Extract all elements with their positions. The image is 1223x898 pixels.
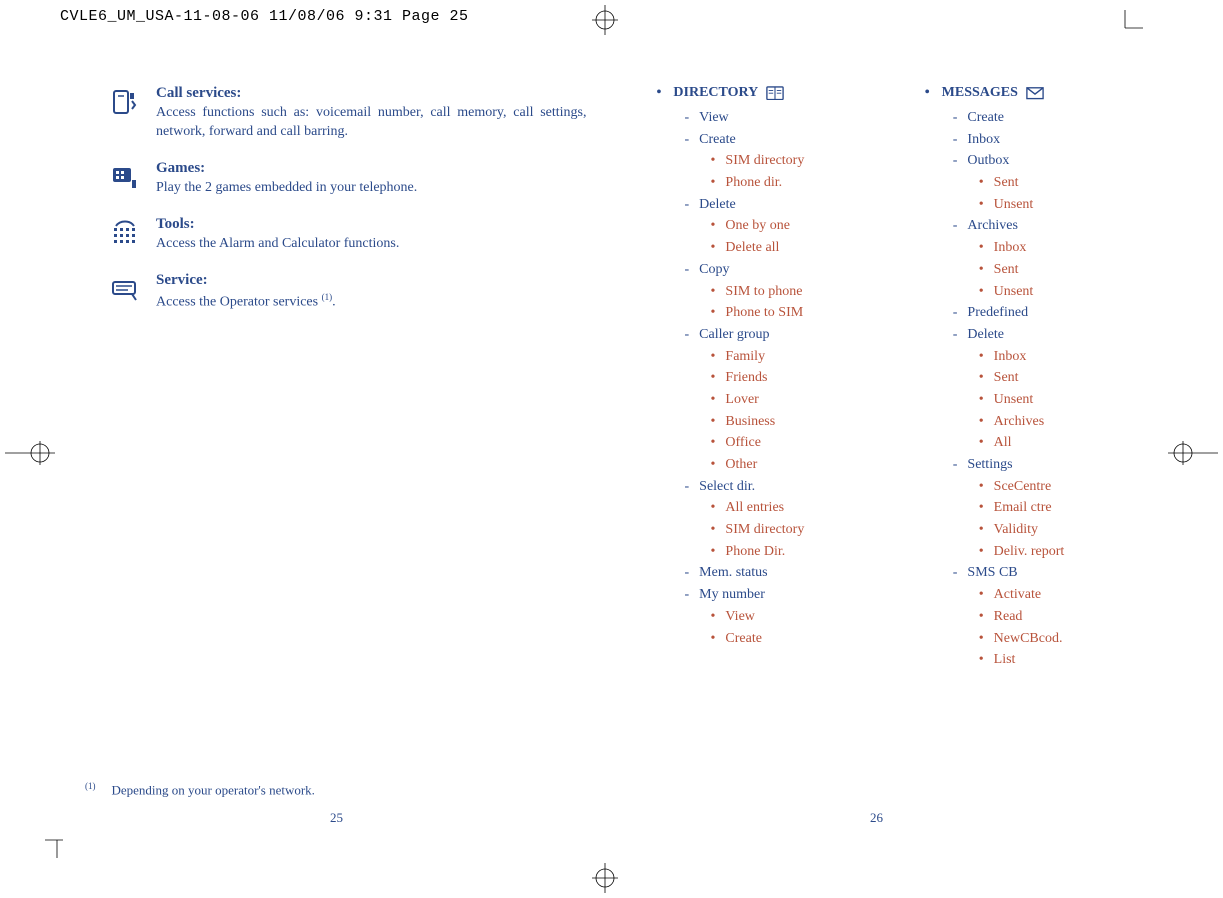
tools-icon [110,218,142,250]
crop-corner-icon [1113,10,1143,40]
page-number-left: 25 [330,810,343,826]
submenu-item: Unsent [979,281,1133,303]
submenu-item: Lover [711,389,865,411]
feature-title: Service: [156,272,587,289]
feature-tools: Tools: Access the Alarm and Calculator f… [110,216,587,254]
menu-item: SMS CB [953,562,1133,584]
messages-icon [1026,86,1044,100]
submenu-item: Family [711,346,865,368]
submenu-item: One by one [711,215,865,237]
submenu-item: Delete all [711,237,865,259]
submenu-item: All entries [711,497,865,519]
submenu-item: SIM to phone [711,281,865,303]
feature-title: Tools: [156,216,587,233]
service-icon [110,274,142,306]
menu-item: Copy [685,259,865,281]
menu-item: Create [953,107,1133,129]
menu-item: Delete [685,194,865,216]
submenu-item: Other [711,454,865,476]
menu-item: Select dir. [685,476,865,498]
submenu-item: NewCBcod. [979,628,1133,650]
submenu-item: Phone Dir. [711,541,865,563]
feature-call-services: Call services: Access functions such as:… [110,85,587,142]
page-left: Call services: Access functions such as:… [80,65,627,691]
menu-item: My number [685,584,865,606]
submenu-item: Validity [979,519,1133,541]
submenu-item: Email ctre [979,497,1133,519]
submenu-item: Read [979,606,1133,628]
submenu-item: SIM directory [711,519,865,541]
footnote-mark: (1) [85,781,96,791]
submenu-item: Sent [979,259,1133,281]
directory-menu: • DIRECTORY ViewCreateSIM directoryPhone… [657,85,865,671]
submenu-item: Phone dir. [711,172,865,194]
submenu-item: Unsent [979,389,1133,411]
submenu-item: SIM directory [711,150,865,172]
menu-item: Outbox [953,150,1133,172]
submenu-item: Inbox [979,237,1133,259]
menu-item: Predefined [953,302,1133,324]
call-services-icon [110,87,142,119]
crop-corner-icon [45,828,75,858]
submenu-item: Sent [979,367,1133,389]
submenu-item: Create [711,628,865,650]
feature-desc: Access functions such as: voicemail numb… [156,104,587,142]
registration-mark-icon [5,438,55,468]
menu-item: Mem. status [685,562,865,584]
menu-item: Inbox [953,129,1133,151]
submenu-item: Friends [711,367,865,389]
submenu-item: Deliv. report [979,541,1133,563]
menu-item: Archives [953,215,1133,237]
page-right: • DIRECTORY ViewCreateSIM directoryPhone… [627,65,1164,691]
directory-icon [766,86,784,100]
registration-mark-icon [580,5,630,35]
menu-item: Create [685,129,865,151]
feature-desc: Play the 2 games embedded in your teleph… [156,179,587,198]
messages-heading: • MESSAGES [925,85,1133,101]
submenu-item: List [979,649,1133,671]
submenu-item: Phone to SIM [711,302,865,324]
feature-service: Service: Access the Operator services (1… [110,272,587,313]
feature-title: Call services: [156,85,587,102]
menu-item: View [685,107,865,129]
menu-item: Delete [953,324,1133,346]
page-number-right: 26 [870,810,883,826]
feature-desc: Access the Operator services (1). [156,291,587,313]
menu-item: Settings [953,454,1133,476]
submenu-item: SceCentre [979,476,1133,498]
submenu-item: Business [711,411,865,433]
submenu-item: View [711,606,865,628]
footnote: (1) Depending on your operator's network. [85,781,315,798]
games-icon [110,162,142,194]
messages-menu: • MESSAGES CreateInboxOutboxSentUnsentAr… [925,85,1133,671]
feature-desc: Access the Alarm and Calculator function… [156,235,587,254]
registration-mark-icon [1168,438,1218,468]
submenu-item: All [979,432,1133,454]
feature-title: Games: [156,160,587,177]
submenu-item: Sent [979,172,1133,194]
footnote-text: Depending on your operator's network. [112,782,315,797]
registration-mark-icon [580,863,630,893]
feature-games: Games: Play the 2 games embedded in your… [110,160,587,198]
submenu-item: Activate [979,584,1133,606]
submenu-item: Office [711,432,865,454]
submenu-item: Archives [979,411,1133,433]
directory-heading: • DIRECTORY [657,85,865,101]
submenu-item: Inbox [979,346,1133,368]
menu-item: Caller group [685,324,865,346]
submenu-item: Unsent [979,194,1133,216]
